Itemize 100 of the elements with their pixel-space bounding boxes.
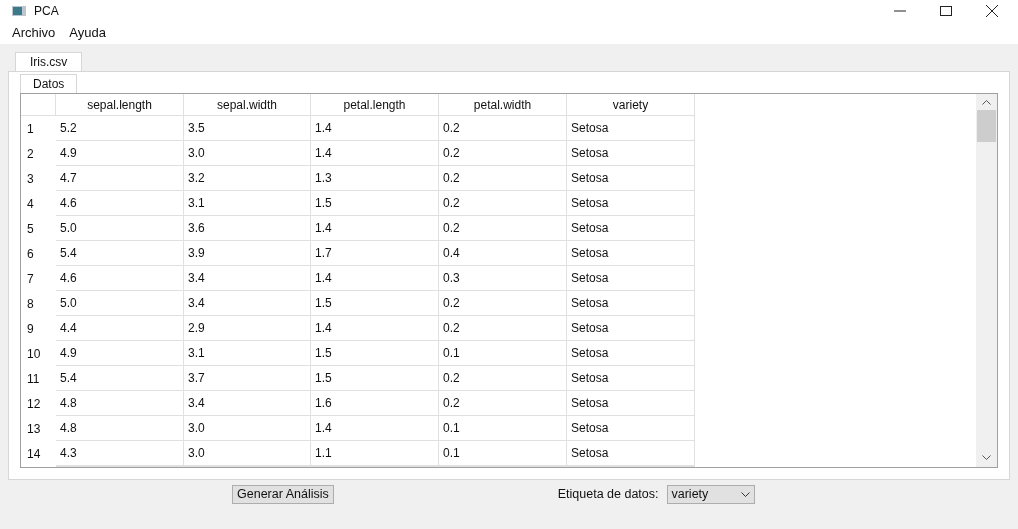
corner-header: [21, 94, 56, 116]
row-header[interactable]: 12: [21, 391, 56, 416]
row-header[interactable]: 10: [21, 341, 56, 366]
table-cell: Setosa: [567, 116, 695, 141]
table-cell: Setosa: [567, 416, 695, 441]
table-cell: 0.3: [439, 266, 567, 291]
table-cell: 1.4: [311, 216, 439, 241]
table-cell: 0.2: [439, 216, 567, 241]
table-cell: 4.9: [56, 141, 184, 166]
sheet-tab[interactable]: Datos: [20, 74, 78, 93]
table-cell: 5.4: [56, 241, 184, 266]
table-cell: 4.3: [56, 441, 184, 466]
table-cell: 5.2: [56, 116, 184, 141]
table-cell: Setosa: [567, 216, 695, 241]
row-header[interactable]: 3: [21, 166, 56, 191]
table-cell: 1.4: [311, 316, 439, 341]
table-cell: 0.1: [439, 341, 567, 366]
table-cell: Setosa: [567, 191, 695, 216]
table-cell: 5.0: [56, 216, 184, 241]
chevron-down-icon: [740, 491, 750, 497]
table-cell: 3.7: [184, 366, 311, 391]
table-cell: 1.5: [311, 191, 439, 216]
table-cell: 5.0: [56, 291, 184, 316]
file-tab[interactable]: Iris.csv: [15, 52, 83, 71]
scroll-down-icon[interactable]: [982, 455, 991, 461]
table-cell: 0.2: [439, 191, 567, 216]
row-header[interactable]: 14: [21, 441, 56, 466]
label-dropdown[interactable]: variety: [666, 484, 755, 504]
table-cell: 4.7: [56, 166, 184, 191]
table-cell: 1.4: [311, 141, 439, 166]
table-cell: 3.0: [184, 441, 311, 466]
table-cell: 3.5: [184, 116, 311, 141]
table-cell: 1.6: [311, 391, 439, 416]
table-cell: 4.6: [56, 266, 184, 291]
table-cell: 0.2: [439, 291, 567, 316]
table-cell: 0.1: [439, 416, 567, 441]
column-header[interactable]: sepal.length: [56, 94, 184, 116]
vertical-scrollbar[interactable]: [976, 94, 997, 467]
table-cell: Setosa: [567, 316, 695, 341]
table-cell: Setosa: [567, 241, 695, 266]
table-cell: 4.6: [56, 191, 184, 216]
row-header[interactable]: 2: [21, 141, 56, 166]
select-label: Etiqueta de datos:: [557, 485, 659, 503]
table-cell: 3.6: [184, 216, 311, 241]
row-header[interactable]: 9: [21, 316, 56, 341]
row-header[interactable]: 11: [21, 366, 56, 391]
row-header[interactable]: 8: [21, 291, 56, 316]
column-header[interactable]: variety: [567, 94, 695, 116]
generate-button[interactable]: Generar Análisis: [232, 484, 334, 504]
table-cell: 3.4: [184, 291, 311, 316]
table-cell: 0.2: [439, 366, 567, 391]
row-header[interactable]: 1: [21, 116, 56, 141]
table-cell: 0.2: [439, 141, 567, 166]
table-cell: 4.4: [56, 316, 184, 341]
table-cell: 1.5: [311, 341, 439, 366]
table-cell: Setosa: [567, 166, 695, 191]
row-header[interactable]: 7: [21, 266, 56, 291]
table-cell: 0.2: [439, 116, 567, 141]
scroll-up-icon[interactable]: [982, 99, 991, 105]
table-cell: 4.8: [56, 391, 184, 416]
row-header[interactable]: 13: [21, 416, 56, 441]
table-cell: 3.4: [184, 391, 311, 416]
table-cell: 3.1: [184, 191, 311, 216]
close-icon[interactable]: [986, 5, 998, 17]
table-cell: 1.4: [311, 416, 439, 441]
column-header[interactable]: petal.length: [311, 94, 439, 116]
table-cell: 3.0: [184, 416, 311, 441]
table-cell: Setosa: [567, 266, 695, 291]
table-cell: 1.4: [311, 116, 439, 141]
table-cell: 3.9: [184, 241, 311, 266]
maximize-icon[interactable]: [940, 6, 952, 16]
column-header[interactable]: petal.width: [439, 94, 567, 116]
table-cell: 1.1: [311, 441, 439, 466]
menu-item[interactable]: Ayuda: [69, 23, 106, 43]
table-cell: 3.4: [184, 266, 311, 291]
column-header[interactable]: sepal.width: [184, 94, 311, 116]
table-cell: 0.1: [439, 441, 567, 466]
table-cell: 0.2: [439, 316, 567, 341]
table-cell: Setosa: [567, 291, 695, 316]
table-cell: 0.2: [439, 166, 567, 191]
table-cell: 4.8: [56, 416, 184, 441]
window-title: PCA: [34, 3, 59, 20]
table-cell: 3.1: [184, 341, 311, 366]
row-header[interactable]: 4: [21, 191, 56, 216]
table-cell: 1.3: [311, 166, 439, 191]
table-cell: 1.7: [311, 241, 439, 266]
menu-item[interactable]: Archivo: [12, 23, 56, 43]
table-cell: 5.4: [56, 366, 184, 391]
app-icon: [12, 6, 26, 16]
table-cell: 1.4: [311, 266, 439, 291]
table-cell: Setosa: [567, 441, 695, 466]
scrollbar-thumb[interactable]: [977, 110, 996, 142]
table-cell: 4.9: [56, 341, 184, 366]
row-header[interactable]: 6: [21, 241, 56, 266]
table-cell: Setosa: [567, 141, 695, 166]
table-cell: 1.5: [311, 366, 439, 391]
table-cell: 3.2: [184, 166, 311, 191]
table-cell: 0.2: [439, 391, 567, 416]
row-header[interactable]: 5: [21, 216, 56, 241]
table-cell: Setosa: [567, 391, 695, 416]
